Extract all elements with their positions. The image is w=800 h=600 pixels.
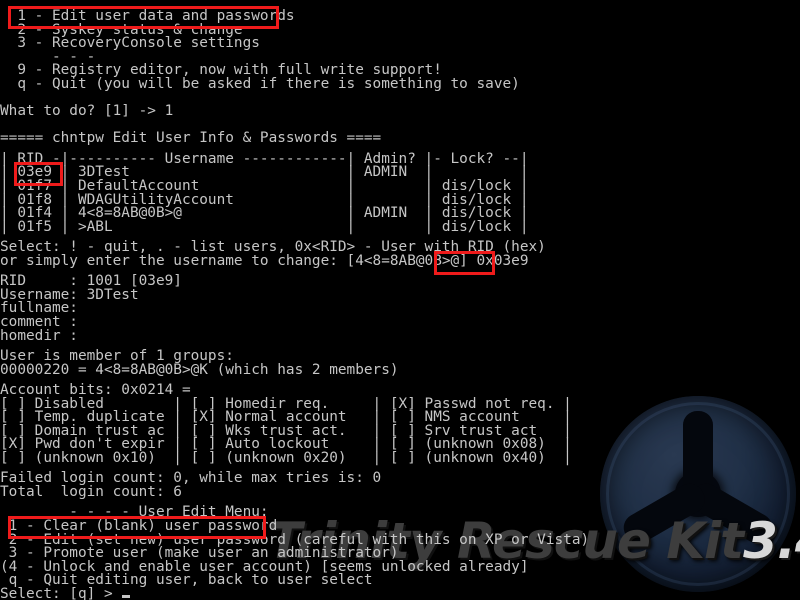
user-table-header: | RID -|---------- Username ------------…	[0, 150, 529, 167]
groups-line: 00000220 = 4<8=8AB@0B>@K (which has 2 me…	[0, 361, 399, 378]
console-output: 1 - Edit user data and passwords 2 - Sys…	[0, 0, 800, 600]
menu-item-syskey[interactable]: 2 - Syskey status & change	[0, 22, 242, 38]
select-user-input-line[interactable]: or simply enter the username to change: …	[0, 253, 529, 269]
user-edit-menu-header: - - - - User Edit Menu:	[0, 504, 269, 521]
watermark-layer: Trinity Rescue Kit3.4	[0, 0, 800, 600]
groups-header: User is member of 1 groups:	[0, 348, 234, 364]
watermark-product-name: Trinity Rescue Kit	[268, 512, 744, 570]
logo-ring	[606, 402, 790, 586]
table-row[interactable]: | 01f7 | DefaultAccount | | dis/lock |	[0, 178, 529, 194]
terminal-screen: Trinity Rescue Kit3.4 1 - Edit user data…	[0, 0, 800, 600]
menu-item-recoveryconsole[interactable]: 3 - RecoveryConsole settings	[0, 35, 260, 51]
table-row[interactable]: | 01f8 | WDAGUtilityAccount | | dis/lock…	[0, 192, 529, 208]
text-cursor	[122, 595, 131, 598]
total-login-count: Total login count: 6	[0, 484, 182, 500]
highlight-edit-user-data	[8, 6, 279, 29]
failed-login-count: Failed login count: 0, while max tries i…	[0, 470, 382, 487]
main-menu-prompt[interactable]: What to do? [1] -> 1	[0, 103, 173, 119]
user-rid: RID : 1001 [03e9]	[0, 273, 182, 290]
user-edit-menu-item-promote-user[interactable]: 3 - Promote user (make user an administr…	[0, 545, 399, 561]
table-row[interactable]: | 01f5 | >ABL | | dis/lock |	[0, 219, 529, 235]
logo-spoke-3	[618, 478, 710, 549]
user-homedir: homedir :	[0, 327, 78, 344]
watermark-version: 3.4	[743, 512, 800, 570]
highlight-rid-input	[434, 250, 495, 275]
highlight-clear-password	[8, 516, 266, 539]
logo-spoke-2	[686, 478, 778, 549]
watermark-wordmark: Trinity Rescue Kit3.4	[268, 512, 800, 570]
table-row[interactable]: | 01f4 | 4<8=8AB@0B>@ | ADMIN | dis/lock…	[0, 205, 529, 221]
user-comment: comment :	[0, 314, 78, 330]
account-bits-row: [ ] Domain trust ac | [ ] Wks trust act.…	[0, 422, 572, 439]
user-edit-menu-item-quit[interactable]: q - Quit editing user, back to user sele…	[0, 572, 373, 588]
account-bits-row: [X] Pwd don't expir | [ ] Auto lockout |…	[0, 436, 572, 453]
user-edit-menu-item-edit-password[interactable]: 2 - Edit (set new) user password (carefu…	[0, 532, 590, 548]
highlight-rid-cell	[14, 162, 63, 187]
user-edit-menu-item-unlock-account[interactable]: (4 - Unlock and enable user account) [se…	[0, 559, 529, 575]
prompt-text: Select: [q] >	[0, 586, 122, 600]
account-bits-row: [ ] Disabled | [ ] Homedir req. | [X] Pa…	[0, 395, 572, 412]
menu-item-registry-editor[interactable]: 9 - Registry editor, now with full write…	[0, 62, 442, 78]
menu-item-edit-user-data[interactable]: 1 - Edit user data and passwords	[0, 8, 294, 24]
user-edit-menu-prompt[interactable]: Select: [q] >	[0, 586, 131, 600]
user-username: Username: 3DTest	[0, 286, 139, 303]
user-fullname: fullname:	[0, 300, 78, 317]
user-edit-menu-item-clear-password[interactable]: 1 - Clear (blank) user password	[0, 518, 278, 534]
logo-spoke-1	[683, 411, 713, 499]
table-row[interactable]: | 03e9 | 3DTest | ADMIN | |	[0, 164, 529, 180]
menu-separator: - - -	[0, 48, 96, 65]
menu-item-quit[interactable]: q - Quit (you will be asked if there is …	[0, 76, 520, 92]
account-bits-row: [ ] (unknown 0x10) | [ ] (unknown 0x20) …	[0, 450, 572, 466]
account-bits-header: Account bits: 0x0214 =	[0, 382, 191, 398]
section-header: ===== chntpw Edit User Info & Passwords …	[0, 130, 382, 147]
trinity-rescue-kit-logo-icon	[600, 396, 796, 592]
select-user-help-line: Select: ! - quit, . - list users, 0x<RID…	[0, 239, 546, 256]
account-bits-row: [ ] Temp. duplicate | [X] Normal account…	[0, 409, 572, 426]
